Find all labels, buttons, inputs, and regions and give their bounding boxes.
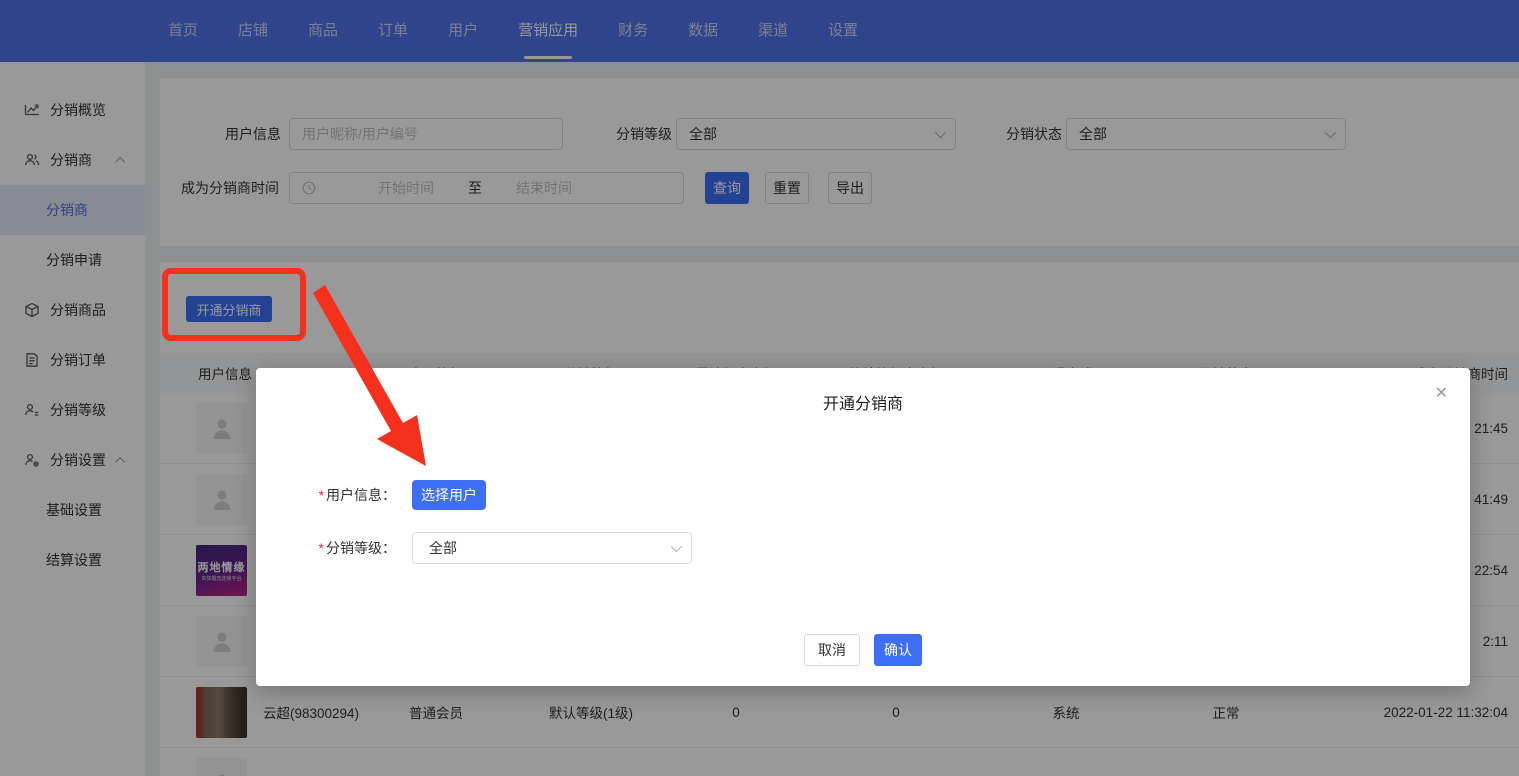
modal-level-select[interactable]: 全部 bbox=[412, 532, 692, 564]
required-asterisk: * bbox=[318, 540, 324, 556]
chevron-down-icon bbox=[670, 540, 683, 553]
choose-user-button[interactable]: 选择用户 bbox=[412, 480, 486, 510]
modal-footer: 取消 确认 bbox=[256, 634, 1470, 666]
modal-title: 开通分销商 bbox=[822, 396, 903, 413]
open-distributor-modal: 开通分销商 ✕ * 用户信息： 选择用户 * 分销等级： 全部 取消 确认 bbox=[256, 368, 1470, 686]
user-info-field-label: * 用户信息： bbox=[318, 487, 396, 503]
distribution-level-field-label: * 分销等级： bbox=[318, 540, 396, 556]
modal-level-field: * 分销等级： 全部 bbox=[302, 532, 692, 564]
cancel-button[interactable]: 取消 bbox=[804, 634, 860, 666]
close-icon[interactable]: ✕ bbox=[1435, 386, 1448, 402]
modal-user-field: * 用户信息： 选择用户 bbox=[302, 480, 486, 510]
modal-level-value: 全部 bbox=[429, 540, 457, 556]
confirm-button[interactable]: 确认 bbox=[874, 634, 922, 666]
required-asterisk: * bbox=[318, 487, 324, 503]
